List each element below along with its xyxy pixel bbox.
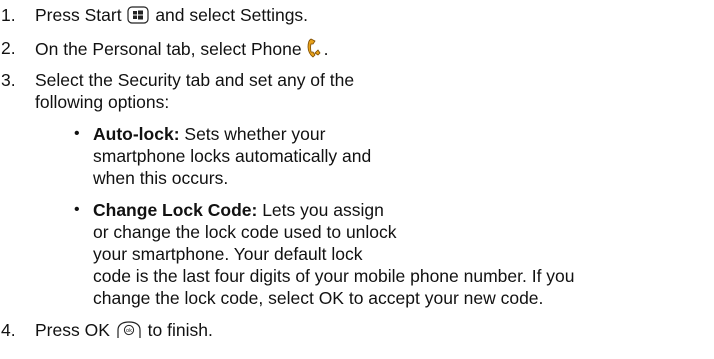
phone-icon bbox=[307, 38, 323, 62]
svg-text:ok: ok bbox=[126, 328, 132, 334]
option-label: Auto-lock: bbox=[93, 124, 180, 144]
option-description: Lets you assign bbox=[262, 200, 384, 220]
step-text-before: Press Start bbox=[35, 5, 122, 25]
step-text-line: following options: bbox=[35, 92, 170, 112]
instructions-document: 1. Press Start and select Settings. 2. O… bbox=[0, 0, 714, 359]
bullet-icon: • bbox=[74, 201, 80, 218]
bullet-icon: • bbox=[74, 125, 80, 142]
option-description: Sets whether your bbox=[184, 124, 326, 144]
option-label: Change Lock Code: bbox=[93, 200, 258, 220]
step-text: On the Personal tab, select Phone . bbox=[35, 38, 328, 62]
step-number: 2. bbox=[1, 38, 16, 58]
step-text-after: to finish. bbox=[147, 320, 213, 340]
step-text-line: Select the Security tab and set any of t… bbox=[35, 70, 355, 90]
option-text-line: your smartphone. Your default lock bbox=[93, 244, 363, 264]
option-text-line: smartphone locks automatically and bbox=[93, 146, 372, 166]
step-text: Press OK ok to finish. bbox=[35, 320, 213, 343]
step-number: 1. bbox=[1, 5, 16, 25]
step-text-after: and select Settings. bbox=[155, 5, 309, 25]
option-text-line: Change Lock Code: Lets you assign bbox=[93, 200, 384, 220]
step-text-after: . bbox=[323, 39, 329, 59]
step-number: 4. bbox=[1, 320, 16, 340]
step-text-before: Press OK bbox=[35, 320, 110, 340]
option-text-line: Auto-lock: Sets whether your bbox=[93, 124, 325, 144]
option-text-line: when this occurs. bbox=[93, 168, 229, 188]
step-text: Press Start and select Settings. bbox=[35, 5, 308, 28]
step-text-before: On the Personal tab, select Phone bbox=[35, 39, 302, 59]
option-text-line: code is the last four digits of your mob… bbox=[93, 266, 575, 286]
step-number: 3. bbox=[1, 70, 16, 90]
option-text-line: change the lock code, select OK to accep… bbox=[93, 288, 544, 308]
option-text-line: or change the lock code used to unlock bbox=[93, 222, 397, 242]
windows-start-icon bbox=[127, 6, 150, 28]
ok-button-icon: ok bbox=[116, 321, 142, 343]
